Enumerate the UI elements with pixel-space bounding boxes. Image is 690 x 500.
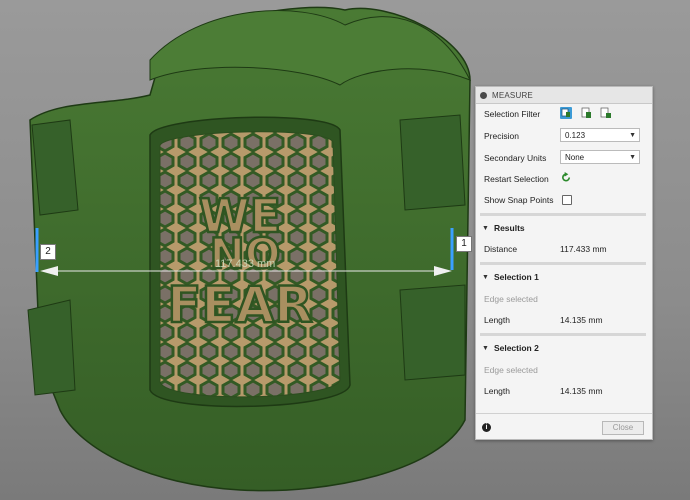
measure-panel: MEASURE Selection Filter Precision 0.123… [475, 86, 653, 440]
panel-title: MEASURE [492, 90, 533, 100]
precision-select[interactable]: 0.123 ▼ [560, 128, 640, 142]
collapse-triangle-icon: ▼ [482, 344, 489, 352]
select-face-icon[interactable] [580, 107, 592, 119]
selection2-status-row: Edge selected [484, 365, 538, 375]
selection1-length-value: 14.135 mm [560, 315, 603, 325]
chevron-down-icon: ▼ [629, 154, 636, 161]
distance-value: 117.433 mm [560, 244, 607, 254]
selection2-section-header[interactable]: ▼ Selection 2 [482, 343, 539, 353]
close-button[interactable]: Close [602, 421, 644, 435]
selection-filter-label: Selection Filter [484, 109, 541, 119]
selection2-length-label: Length [484, 386, 510, 396]
footer-divider [476, 413, 652, 414]
selection1-status: Edge selected [484, 294, 538, 304]
show-snap-points-row: Show Snap Points [484, 195, 553, 205]
info-icon[interactable]: i [482, 423, 491, 432]
restart-icon[interactable] [561, 172, 572, 183]
selection1-section-header[interactable]: ▼ Selection 1 [482, 272, 539, 282]
selection1-length-row: Length [484, 315, 510, 325]
right-strap-clip-lower [399, 284, 466, 381]
collapse-triangle-icon: ▼ [482, 224, 489, 232]
dimension-value: 117.433 mm [215, 258, 276, 270]
collapse-triangle-icon: ▼ [482, 273, 489, 281]
section-divider [480, 213, 646, 216]
panel-collapse-icon[interactable] [480, 91, 487, 99]
restart-selection-label: Restart Selection [484, 174, 549, 184]
chevron-down-icon: ▼ [629, 132, 636, 139]
selection2-length-value: 14.135 mm [560, 386, 603, 396]
select-edge-icon[interactable] [600, 107, 612, 119]
left-strap-clip [31, 119, 79, 216]
distance-label: Distance [484, 244, 518, 254]
panel-header[interactable]: MEASURE [476, 87, 652, 104]
selection1-length-label: Length [484, 315, 510, 325]
selection-filter-icons [560, 107, 620, 121]
selection2-title: Selection 2 [493, 343, 539, 353]
section-divider [480, 262, 646, 265]
show-snap-points-checkbox[interactable] [562, 195, 572, 205]
right-strap-clip [399, 114, 466, 211]
selection-filter-row: Selection Filter [484, 109, 540, 119]
secondary-units-label: Secondary Units [484, 153, 547, 163]
show-snap-points-label: Show Snap Points [484, 195, 554, 205]
edge-marker-1[interactable]: 1 [456, 236, 472, 252]
selection1-title: Selection 1 [493, 272, 539, 282]
selection2-length-row: Length [484, 386, 510, 396]
selection2-status: Edge selected [484, 365, 538, 375]
results-section-header[interactable]: ▼ Results [482, 223, 525, 233]
selection1-status-row: Edge selected [484, 294, 538, 304]
select-body-icon[interactable] [560, 107, 572, 119]
emboss-line-3: FEAR [167, 276, 313, 334]
section-divider [480, 333, 646, 336]
edge-marker-2[interactable]: 2 [40, 244, 56, 260]
left-strap-clip-lower [27, 299, 76, 396]
precision-value: 0.123 [565, 131, 586, 140]
precision-label: Precision [484, 131, 519, 141]
restart-selection-row: Restart Selection [484, 174, 549, 184]
secondary-units-row: Secondary Units [484, 153, 546, 163]
results-title: Results [493, 223, 525, 233]
precision-row: Precision [484, 131, 519, 141]
distance-row: Distance [484, 244, 517, 254]
secondary-units-value: None [565, 153, 585, 162]
secondary-units-select[interactable]: None ▼ [560, 150, 640, 164]
